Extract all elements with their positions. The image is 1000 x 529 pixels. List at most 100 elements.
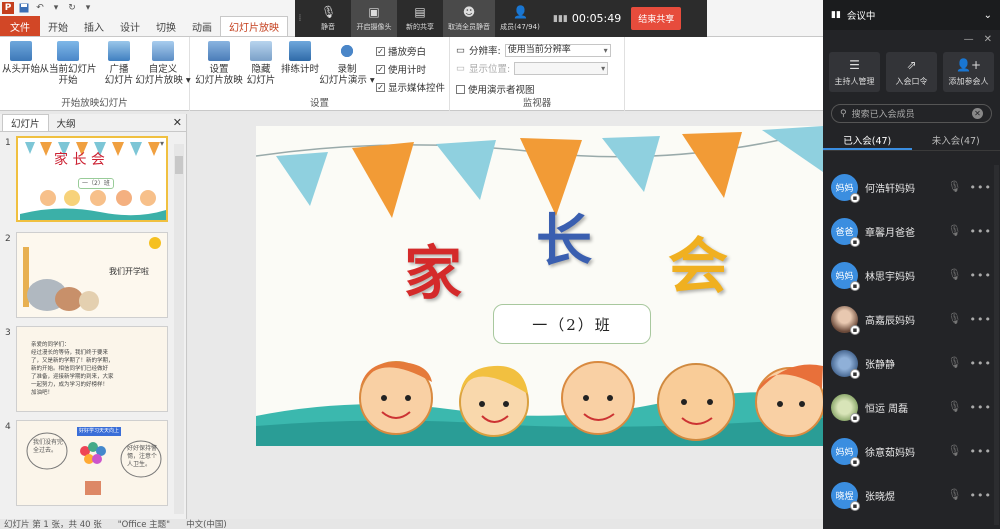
redo-icon[interactable]: ↻ — [66, 2, 78, 14]
slides-scrollbar[interactable] — [174, 144, 184, 514]
tab-animations[interactable]: 动画 — [184, 16, 220, 36]
hide-slide-button[interactable]: 隐藏 幻灯片 — [244, 41, 278, 86]
avatar: 晓煜 ▪ — [831, 481, 860, 511]
mic-muted-icon[interactable]: 🎙 — [948, 224, 962, 238]
member-row[interactable]: 妈妈 ▪ 何浩轩妈妈 🎙 ••• — [823, 165, 1000, 209]
scrollbar-thumb[interactable] — [175, 156, 183, 174]
resolution-select[interactable]: 使用当前分辨率 — [504, 43, 611, 57]
more-options-icon[interactable]: ••• — [970, 225, 992, 238]
use-timings-checkbox[interactable]: ✓ 使用计时 — [376, 62, 426, 76]
unmute-all-button[interactable]: ☻ 取消全员静音 — [443, 0, 495, 37]
slide-thumbnail[interactable]: 我们开学啦 — [16, 232, 168, 318]
members-button[interactable]: 👤 成员(47/94) — [495, 0, 545, 37]
from-current-button[interactable]: 从当前幻灯片 开始 — [40, 41, 97, 86]
chevron-down-icon[interactable]: ⌄ — [984, 10, 992, 21]
tab-joined[interactable]: 已入会(47) — [823, 129, 912, 150]
mic-muted-icon[interactable]: 🎙 — [948, 400, 962, 414]
tab-slides[interactable]: 幻灯片 — [2, 114, 49, 131]
tab-design[interactable]: 设计 — [112, 16, 148, 36]
broadcast-button[interactable]: 广播 幻灯片 — [100, 41, 138, 86]
member-list-scrollbar[interactable] — [994, 165, 999, 525]
dropdown-icon[interactable]: ▾ — [50, 2, 62, 14]
member-row[interactable]: ▪ 高嘉辰妈妈 🎙 ••• — [823, 297, 1000, 341]
meeting-toolbar: ⁞ 🎙 静音 ▣ 开启摄像头 ▤ 新的共享 ☻ 取消全员静音 👤 成员(47/9… — [295, 0, 707, 37]
end-share-button[interactable]: 结束共享 — [631, 7, 682, 30]
device-icon: ▪ — [850, 280, 860, 291]
display-position-row: ▭ 显示位置: — [456, 61, 609, 75]
member-row[interactable]: ▪ 张静静 🎙 ••• — [823, 341, 1000, 385]
custom-show-icon — [152, 41, 174, 61]
tab-file[interactable]: 文件 — [0, 16, 40, 36]
mic-muted-icon[interactable]: 🎙 — [948, 312, 962, 326]
record-slideshow-button[interactable]: 录制 幻灯片演示 ▾ — [319, 41, 375, 86]
add-participant-button[interactable]: 👤+ 添加参会人 — [943, 52, 994, 92]
slide-title-char: 长 — [536, 208, 592, 274]
join-code-button[interactable]: ⇗ 入会口令 — [886, 52, 937, 92]
current-slide[interactable]: 家 长 会 一（2）班 — [256, 126, 823, 446]
language-status[interactable]: 中文(中国) — [186, 518, 227, 529]
custom-show-button[interactable]: 自定义 幻灯片放映 ▾ — [135, 41, 191, 86]
slide-thumbnail[interactable]: 亲爱的同学们： 经过漫长的等待，我们终于要来 了，又是新的学期了！新的学期， 新… — [16, 326, 168, 412]
close-icon[interactable]: ✕ — [173, 116, 182, 129]
mic-muted-icon[interactable]: 🎙 — [948, 488, 962, 502]
slide-thumbnail[interactable]: 我们没有完全过去。 好好学习天天向上 好好保持警惕，注意个人卫生。 — [16, 420, 168, 506]
mic-muted-icon[interactable]: 🎙 — [948, 180, 962, 194]
tab-home[interactable]: 开始 — [40, 16, 76, 36]
more-options-icon[interactable]: ••• — [970, 401, 992, 414]
member-row[interactable]: 妈妈 ▪ 林思宇妈妈 🎙 ••• — [823, 253, 1000, 297]
mic-muted-icon[interactable]: 🎙 — [948, 444, 962, 458]
member-name: 高嘉辰妈妈 — [865, 315, 915, 327]
more-options-icon[interactable]: ••• — [970, 445, 992, 458]
clear-icon[interactable]: ✕ — [972, 108, 983, 119]
panel-actions: ☰ 主持人管理 ⇗ 入会口令 👤+ 添加参会人 — [823, 48, 1000, 96]
more-options-icon[interactable]: ••• — [970, 181, 992, 194]
show-media-controls-checkbox[interactable]: ✓ 显示媒体控件 — [376, 80, 445, 94]
undo-icon[interactable]: ↶ — [34, 2, 46, 14]
from-beginning-button[interactable]: 从头开始 — [2, 41, 40, 75]
tab-slideshow[interactable]: 幻灯片放映 — [220, 16, 288, 36]
member-name: 徐意茹妈妈 — [865, 447, 915, 459]
rehearse-timings-button[interactable]: 排练计时 — [280, 41, 320, 75]
avatar: ▪ — [831, 305, 860, 335]
mic-muted-icon[interactable]: 🎙 — [948, 268, 962, 282]
slide-thumbnail[interactable]: 家 长 会 一（2）班 — [16, 136, 168, 222]
new-share-button[interactable]: ▤ 新的共享 — [397, 0, 443, 37]
more-options-icon[interactable]: ••• — [970, 269, 992, 282]
member-row[interactable]: 妈妈 ▪ 徐意茹妈妈 🎙 ••• — [823, 429, 1000, 473]
host-manage-button[interactable]: ☰ 主持人管理 — [829, 52, 880, 92]
minimize-icon[interactable]: — — [964, 34, 974, 45]
tab-insert[interactable]: 插入 — [76, 16, 112, 36]
member-row[interactable]: 爸爸 ▪ 章馨月爸爸 🎙 ••• — [823, 209, 1000, 253]
tab-not-joined[interactable]: 未入会(47) — [912, 129, 1000, 150]
avatar: 妈妈 ▪ — [831, 261, 860, 291]
more-options-icon[interactable]: ••• — [970, 313, 992, 326]
customize-icon[interactable]: ▾ — [82, 2, 94, 14]
save-icon[interactable] — [18, 2, 30, 14]
monitor-icon: ▭ — [456, 62, 465, 74]
more-options-icon[interactable]: ••• — [970, 357, 992, 370]
drag-handle-icon[interactable]: ⁞ — [295, 13, 305, 24]
slides-panel: 幻灯片 大纲 ✕ 1 家 长 会 一（2）班 ▾ 2 我们开学啦 3 亲爱的同学… — [0, 114, 187, 519]
close-icon[interactable]: ✕ — [984, 34, 992, 45]
display-position-select[interactable] — [514, 61, 609, 75]
member-row[interactable]: ▪ 恒运 周磊 🎙 ••• — [823, 385, 1000, 429]
member-tabs: 已入会(47) 未入会(47) — [823, 129, 1000, 151]
play-narration-checkbox[interactable]: ✓ 播放旁白 — [376, 44, 426, 58]
mic-muted-icon[interactable]: 🎙 — [948, 356, 962, 370]
member-search-input[interactable]: ⚲ 搜索已入会成员 ✕ — [831, 104, 992, 123]
checkbox-box — [456, 84, 465, 94]
more-options-icon[interactable]: ••• — [970, 489, 992, 502]
slide-count-status: 幻灯片 第 1 张，共 40 张 — [4, 520, 102, 529]
tab-transitions[interactable]: 切换 — [148, 16, 184, 36]
slide-decoration — [256, 126, 823, 446]
member-row[interactable]: 晓煜 ▪ 张晓煜 🎙 ••• — [823, 473, 1000, 517]
member-name: 林思宇妈妈 — [865, 271, 915, 283]
camera-button[interactable]: ▣ 开启摄像头 — [351, 0, 397, 37]
member-name: 恒运 周磊 — [865, 403, 909, 415]
setup-show-button[interactable]: 设置 幻灯片放映 — [194, 41, 244, 86]
presenter-view-checkbox[interactable]: 使用演示者视图 — [456, 82, 535, 96]
mute-button[interactable]: 🎙 静音 — [305, 0, 351, 37]
tab-outline[interactable]: 大纲 — [49, 114, 84, 131]
device-icon: ▪ — [850, 412, 860, 423]
slide-thumbnail-row: 4 我们没有完全过去。 好好学习天天向上 好好保持警惕，注意个人卫生。 — [0, 420, 187, 510]
